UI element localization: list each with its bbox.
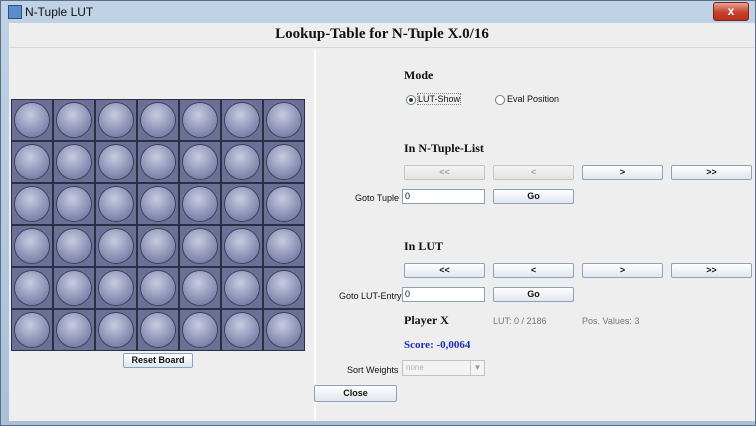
goto-lut-entry-input[interactable]: 0 [402,287,485,302]
game-board[interactable] [11,99,305,351]
board-cell[interactable] [263,99,305,141]
sort-weights-value: none [406,363,424,372]
reset-board-button[interactable]: Reset Board [123,353,193,368]
goto-tuple-input[interactable]: 0 [402,189,485,204]
board-cell[interactable] [11,141,53,183]
sort-weights-label: Sort Weights [347,365,399,375]
board-cell[interactable] [263,267,305,309]
board-cell[interactable] [137,267,179,309]
board-cell[interactable] [11,183,53,225]
sort-weights-select[interactable]: none ▼ [402,360,485,376]
mode-title: Mode [404,68,434,82]
lut-prev-button[interactable]: < [493,263,574,278]
board-cell[interactable] [179,99,221,141]
eval-position-radio[interactable] [495,95,505,105]
lut-title: In LUT [404,239,444,253]
board-cell[interactable] [221,183,263,225]
board-cell[interactable] [53,309,95,351]
lut-first-button[interactable]: << [404,263,485,278]
lut-next-button[interactable]: > [582,263,663,278]
window-close-button[interactable]: x [713,2,749,21]
tuple-first-button[interactable]: << [404,165,485,180]
tuple-prev-button[interactable]: < [493,165,574,180]
title-bar: N-Tuple LUT x [1,1,755,23]
board-cell[interactable] [53,183,95,225]
board-cell[interactable] [53,141,95,183]
dialog-content: Lookup-Table for N-Tuple X.0/16 Reset Bo… [9,23,755,421]
board-cell[interactable] [221,141,263,183]
board-cell[interactable] [179,309,221,351]
window-title: N-Tuple LUT [25,5,94,19]
board-pane: Reset Board [9,49,311,421]
lut-index-readout: LUT: 0 / 2186 [493,316,547,326]
app-window: N-Tuple LUT x Lookup-Table for N-Tuple X… [0,0,756,426]
board-cell[interactable] [11,309,53,351]
board-cell[interactable] [11,267,53,309]
board-cell[interactable] [95,99,137,141]
board-cell[interactable] [137,309,179,351]
board-cell[interactable] [179,183,221,225]
board-cell[interactable] [53,225,95,267]
app-icon [8,5,22,19]
board-cell[interactable] [53,267,95,309]
board-cell[interactable] [95,141,137,183]
board-cell[interactable] [221,99,263,141]
board-cell[interactable] [95,267,137,309]
ntuple-list-title: In N-Tuple-List [404,141,484,155]
board-cell[interactable] [95,183,137,225]
close-button[interactable]: Close [314,385,397,402]
lut-show-label[interactable]: LUT-Show [416,93,462,105]
pane-divider [314,49,316,421]
heading-divider [9,47,755,48]
goto-lut-entry-label: Goto LUT-Entry [339,291,402,301]
board-cell[interactable] [11,99,53,141]
goto-tuple-go-button[interactable]: Go [493,189,574,204]
goto-tuple-label: Goto Tuple [355,193,400,203]
chevron-down-icon[interactable]: ▼ [470,361,484,375]
board-cell[interactable] [263,309,305,351]
board-cell[interactable] [95,309,137,351]
board-cell[interactable] [263,225,305,267]
board-cell[interactable] [221,225,263,267]
board-cell[interactable] [179,225,221,267]
board-cell[interactable] [263,141,305,183]
board-cell[interactable] [53,99,95,141]
board-cell[interactable] [95,225,137,267]
lut-show-radio[interactable] [406,95,416,105]
lut-last-button[interactable]: >> [671,263,752,278]
board-cell[interactable] [137,141,179,183]
score-readout: Score: -0,0064 [404,339,471,351]
board-cell[interactable] [221,309,263,351]
board-cell[interactable] [179,141,221,183]
board-cell[interactable] [179,267,221,309]
board-cell[interactable] [11,225,53,267]
board-cell[interactable] [137,99,179,141]
board-cell[interactable] [263,183,305,225]
player-title: Player X [404,313,449,327]
pos-values-readout: Pos. Values: 3 [582,316,640,326]
board-cell[interactable] [221,267,263,309]
board-cell[interactable] [137,183,179,225]
board-cell[interactable] [137,225,179,267]
page-title: Lookup-Table for N-Tuple X.0/16 [275,26,489,42]
tuple-last-button[interactable]: >> [671,165,752,180]
eval-position-label[interactable]: Eval Position [507,94,559,104]
goto-lut-entry-go-button[interactable]: Go [493,287,574,302]
tuple-next-button[interactable]: > [582,165,663,180]
